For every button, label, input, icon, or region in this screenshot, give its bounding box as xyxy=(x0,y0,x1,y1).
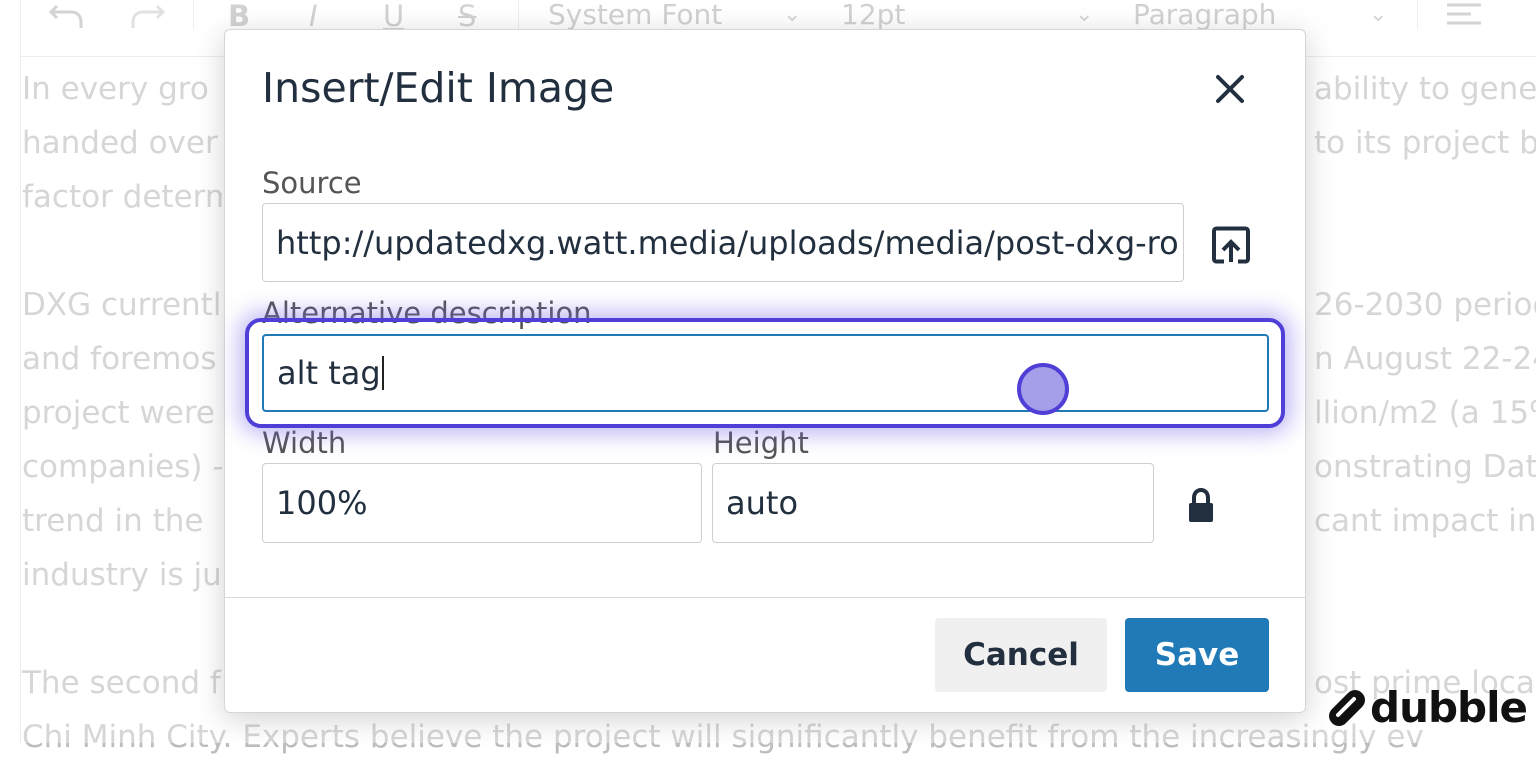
cancel-button[interactable]: Cancel xyxy=(935,618,1107,692)
dubble-watermark: dubble xyxy=(1326,682,1528,732)
lock-icon xyxy=(1189,488,1213,522)
height-value: auto xyxy=(726,484,799,522)
width-value: 100% xyxy=(276,484,368,522)
insert-image-dialog: Insert/Edit Image Source http://updatedx… xyxy=(224,29,1306,713)
source-label: Source xyxy=(262,166,362,200)
source-input-value: http://updatedxg.watt.media/uploads/medi… xyxy=(276,223,1179,262)
width-label: Width xyxy=(262,426,347,460)
close-icon xyxy=(1216,75,1244,103)
dubble-logo-icon xyxy=(1329,690,1365,726)
alt-description-label: Alternative description xyxy=(262,296,592,330)
dialog-footer-divider xyxy=(225,597,1305,598)
width-input[interactable]: 100% xyxy=(262,463,702,543)
dialog-title: Insert/Edit Image xyxy=(262,64,615,112)
alt-description-input[interactable]: alt tag xyxy=(262,334,1269,412)
height-input[interactable]: auto xyxy=(712,463,1154,543)
close-button[interactable] xyxy=(1208,67,1252,111)
constrain-proportions-button[interactable] xyxy=(1181,483,1221,529)
upload-icon xyxy=(1212,226,1250,264)
save-button[interactable]: Save xyxy=(1125,618,1269,692)
upload-button[interactable] xyxy=(1208,222,1254,268)
text-caret xyxy=(381,356,384,390)
height-label: Height xyxy=(713,426,809,460)
alt-description-value: alt tag xyxy=(277,354,381,392)
watermark-text: dubble xyxy=(1370,682,1528,732)
source-input[interactable]: http://updatedxg.watt.media/uploads/medi… xyxy=(262,203,1184,282)
